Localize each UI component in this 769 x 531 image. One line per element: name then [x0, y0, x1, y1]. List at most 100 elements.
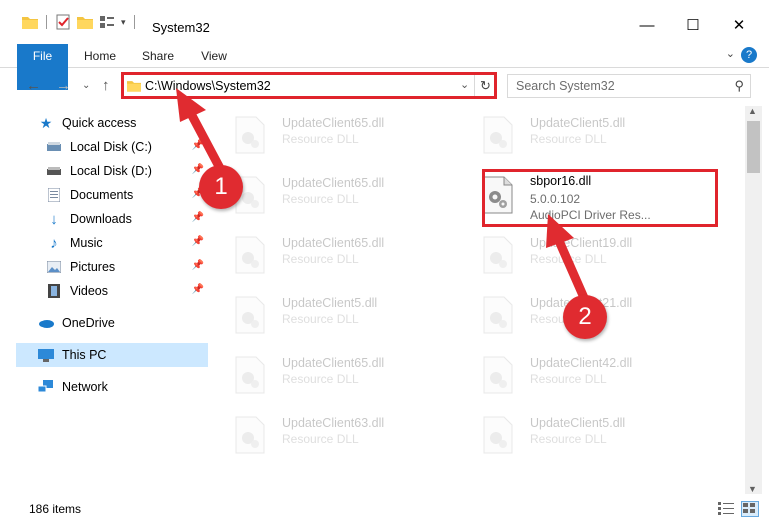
- videos-icon: [46, 283, 62, 299]
- dll-file-icon: [235, 416, 265, 454]
- pin-icon[interactable]: 📌: [192, 236, 204, 247]
- dll-file-icon: [483, 116, 513, 154]
- tab-share[interactable]: Share: [136, 44, 180, 68]
- chevron-down-icon[interactable]: ⌄: [726, 47, 735, 60]
- dll-file-icon: [483, 416, 513, 454]
- recent-locations-icon[interactable]: ⌄: [82, 80, 90, 91]
- music-icon: ♪: [50, 234, 58, 252]
- sidebar-item-label: Local Disk (C:): [70, 140, 152, 154]
- sidebar-item-label: Pictures: [70, 260, 116, 274]
- sidebar-item-label: OneDrive: [62, 316, 115, 330]
- dll-file-icon: [235, 296, 265, 334]
- forward-arrow-icon[interactable]: →: [56, 77, 71, 94]
- folder-icon: [22, 17, 38, 29]
- dll-file-icon: [483, 236, 513, 274]
- drive-icon: [46, 163, 62, 179]
- sidebar-item-quick-access[interactable]: ★ Quick access: [38, 111, 208, 135]
- sidebar-item-label: This PC: [62, 348, 107, 362]
- file-item[interactable]: UpdateClient65.dll Resource DLL: [222, 230, 462, 276]
- file-type: Resource DLL: [282, 192, 359, 206]
- file-name: UpdateClient65.dll: [282, 236, 385, 250]
- item-count: 186 items: [29, 502, 82, 516]
- sidebar-item-label: Music: [70, 236, 103, 250]
- sidebar-item-videos[interactable]: Videos 📌: [46, 279, 208, 303]
- file-name: UpdateClient5.dll: [530, 116, 626, 130]
- sidebar-item-label: Documents: [70, 188, 134, 202]
- tiles-view-icon[interactable]: [741, 501, 759, 517]
- file-type: Resource DLL: [282, 372, 359, 386]
- sidebar-item-downloads[interactable]: ↓ Downloads 📌: [46, 207, 208, 231]
- network-icon: [38, 379, 54, 395]
- sidebar-item-this-pc[interactable]: This PC: [16, 343, 208, 367]
- close-button[interactable]: ✕: [716, 13, 762, 39]
- file-item[interactable]: UpdateClient42.dll Resource DLL: [470, 350, 710, 396]
- sidebar-item-pictures[interactable]: Pictures 📌: [46, 255, 208, 279]
- file-item[interactable]: UpdateClient5.dll Resource DLL: [222, 290, 462, 336]
- file-type: Resource DLL: [530, 372, 607, 386]
- sidebar-item-local-disk-c[interactable]: Local Disk (C:) 📌: [46, 135, 208, 159]
- file-item[interactable]: UpdateClient63.dll Resource DLL: [222, 410, 462, 456]
- back-arrow-icon[interactable]: ←: [26, 77, 41, 94]
- scrollbar-thumb[interactable]: [747, 121, 760, 173]
- pin-icon[interactable]: 📌: [192, 260, 204, 271]
- file-name: UpdateClient65.dll: [282, 356, 385, 370]
- up-arrow-icon[interactable]: ↑: [102, 77, 110, 94]
- tab-home[interactable]: Home: [78, 44, 122, 68]
- customize-dropdown-icon[interactable]: ▾: [121, 17, 126, 28]
- file-name: UpdateClient42.dll: [530, 356, 633, 370]
- documents-icon: [46, 187, 62, 203]
- new-folder-icon[interactable]: [77, 15, 93, 29]
- navigation-pane: ★ Quick access Local Disk (C:) 📌 Local D…: [0, 106, 212, 494]
- file-name: UpdateClient63.dll: [282, 416, 385, 430]
- file-item[interactable]: UpdateClient65.dll Resource DLL: [222, 350, 462, 396]
- pin-icon[interactable]: 📌: [192, 284, 204, 295]
- file-type: Resource DLL: [282, 432, 359, 446]
- sidebar-item-label: Local Disk (D:): [70, 164, 152, 178]
- sidebar-item-label: Videos: [70, 284, 108, 298]
- sidebar-item-network[interactable]: Network: [38, 375, 208, 399]
- file-item[interactable]: UpdateClient5.dll Resource DLL: [470, 410, 710, 456]
- file-type: Resource DLL: [530, 432, 607, 446]
- status-bar: 186 items: [0, 497, 769, 521]
- dll-file-icon: [235, 116, 265, 154]
- sidebar-item-music[interactable]: ♪ Music 📌: [46, 231, 208, 255]
- sidebar-item-onedrive[interactable]: OneDrive: [38, 311, 208, 335]
- file-name: UpdateClient19.dll: [530, 236, 633, 250]
- vertical-scrollbar[interactable]: ▲ ▼: [745, 106, 762, 494]
- scroll-down-icon[interactable]: ▼: [748, 484, 757, 494]
- pin-icon[interactable]: 📌: [192, 140, 204, 151]
- file-item[interactable]: UpdateClient65.dll Resource DLL: [222, 170, 462, 216]
- help-icon[interactable]: ?: [741, 47, 757, 63]
- view-options-icon[interactable]: [99, 15, 115, 29]
- dll-file-icon: [483, 356, 513, 394]
- sidebar-item-local-disk-d[interactable]: Local Disk (D:) 📌: [46, 159, 208, 183]
- file-type: Resource DLL: [282, 132, 359, 146]
- ribbon-tabs: File Home Share View ⌄ ?: [0, 44, 769, 90]
- divider: [133, 15, 135, 29]
- sidebar-item-label: Downloads: [70, 212, 132, 226]
- details-view-icon[interactable]: [718, 501, 736, 517]
- dll-file-icon: [235, 356, 265, 394]
- star-icon: ★: [39, 114, 53, 131]
- sidebar-item-documents[interactable]: Documents 📌: [46, 183, 208, 207]
- quick-access-toolbar: ▾: [22, 12, 137, 32]
- computer-icon: [38, 347, 54, 363]
- minimize-button[interactable]: —: [624, 13, 670, 39]
- file-item[interactable]: UpdateClient5.dll Resource DLL: [470, 110, 710, 156]
- pin-icon[interactable]: 📌: [192, 212, 204, 223]
- download-icon: ↓: [50, 210, 58, 228]
- file-name: UpdateClient5.dll: [530, 416, 626, 430]
- file-type: Resource DLL: [282, 252, 359, 266]
- file-item[interactable]: UpdateClient19.dll Resource DLL: [470, 230, 710, 276]
- file-type: Resource DLL: [282, 312, 359, 326]
- scroll-up-icon[interactable]: ▲: [748, 106, 757, 116]
- tab-view[interactable]: View: [192, 44, 236, 68]
- sidebar-item-label: Network: [62, 380, 108, 394]
- file-item[interactable]: UpdateClient65.dll Resource DLL: [222, 110, 462, 156]
- maximize-button[interactable]: ☐: [670, 13, 716, 39]
- search-input[interactable]: Search System32 ⚲: [507, 74, 751, 98]
- dll-file-icon: [483, 296, 513, 334]
- properties-icon[interactable]: [55, 14, 71, 30]
- title-bar: ▾ System32 — ☐ ✕: [0, 0, 769, 40]
- divider: [46, 15, 47, 29]
